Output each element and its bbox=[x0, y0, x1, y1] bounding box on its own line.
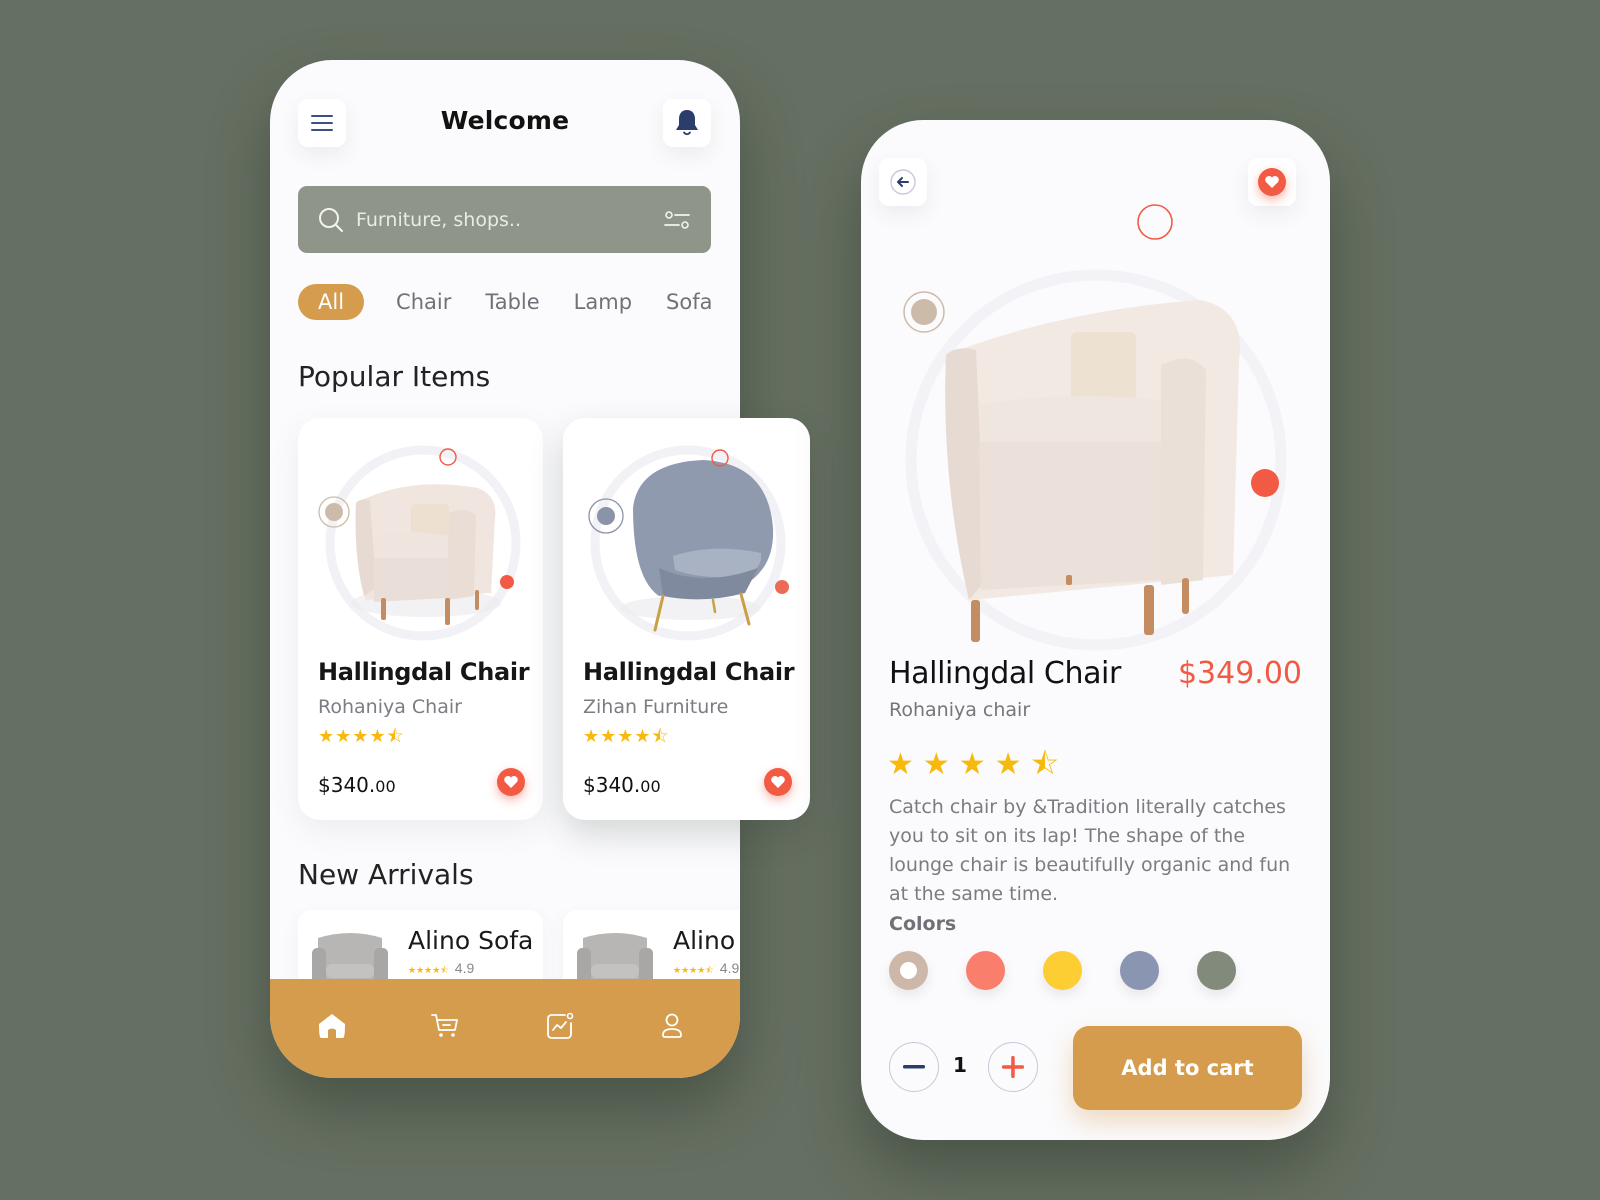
product-shop: Rohaniya chair bbox=[889, 699, 1031, 721]
category-tab-chair[interactable]: Chair bbox=[396, 290, 451, 314]
product-card[interactable]: Hallingdal Chair Rohaniya Chair ★★★★⯪ $3… bbox=[298, 418, 543, 820]
home-icon bbox=[319, 1014, 345, 1038]
arrival-rating: ★★★★⯪ 4.9 bbox=[673, 960, 739, 979]
cart-icon bbox=[431, 1014, 458, 1037]
search-input[interactable] bbox=[356, 208, 663, 231]
minus-icon bbox=[903, 1065, 925, 1069]
heart-icon bbox=[1265, 176, 1279, 188]
nav-cart[interactable] bbox=[428, 1009, 462, 1043]
rating-stars: ★★★★⯪ bbox=[673, 965, 714, 975]
product-price: $340.00 bbox=[318, 773, 396, 797]
add-to-cart-button[interactable]: Add to cart bbox=[1073, 1026, 1302, 1110]
color-swatch[interactable] bbox=[1120, 951, 1159, 990]
arrow-left-icon bbox=[890, 169, 916, 195]
favorite-badge bbox=[1258, 168, 1286, 196]
price-cents: 00 bbox=[640, 777, 661, 796]
price-dollars: $340. bbox=[318, 773, 376, 797]
chair-image bbox=[318, 445, 521, 641]
bottom-navigation bbox=[270, 979, 740, 1078]
category-tab-sofa[interactable]: Sofa bbox=[666, 290, 712, 314]
price-cents: 00 bbox=[375, 777, 396, 796]
nav-home[interactable] bbox=[315, 1009, 349, 1043]
rating-value: 4.9 bbox=[454, 960, 475, 976]
quantity-increase-button[interactable] bbox=[988, 1042, 1038, 1092]
color-swatch[interactable] bbox=[889, 951, 928, 990]
category-tab-lamp[interactable]: Lamp bbox=[574, 290, 632, 314]
heart-icon bbox=[771, 776, 785, 788]
category-tab-table[interactable]: Table bbox=[485, 290, 539, 314]
filter-icon[interactable] bbox=[663, 208, 691, 232]
arrival-name: Alino Sofa bbox=[408, 926, 534, 955]
product-name: Hallingdal Chair bbox=[583, 658, 795, 686]
bell-icon bbox=[676, 110, 698, 136]
new-arrivals-heading: New Arrivals bbox=[298, 858, 474, 891]
color-swatch[interactable] bbox=[1197, 951, 1236, 990]
color-swatch[interactable] bbox=[1043, 951, 1082, 990]
product-price: $349.00 bbox=[1177, 656, 1302, 691]
rating-stars: ★★★★⯪ bbox=[887, 748, 1068, 781]
back-button[interactable] bbox=[879, 158, 927, 206]
product-shop: Rohaniya Chair bbox=[318, 696, 462, 718]
notifications-button[interactable] bbox=[663, 99, 711, 147]
color-swatch[interactable] bbox=[966, 951, 1005, 990]
product-card[interactable]: Hallingdal Chair Zihan Furniture ★★★★⯪ $… bbox=[563, 418, 810, 820]
favorite-button[interactable] bbox=[497, 768, 525, 796]
product-detail-screen: Hallingdal Chair $349.00 Rohaniya chair … bbox=[861, 120, 1330, 1140]
user-icon bbox=[662, 1013, 682, 1038]
product-name: Hallingdal Chair bbox=[318, 658, 530, 686]
rating-stars: ★★★★⯪ bbox=[408, 965, 449, 975]
quantity-value: 1 bbox=[953, 1053, 967, 1077]
product-description: Catch chair by &Tradition literally catc… bbox=[889, 796, 1291, 905]
color-swatches bbox=[889, 951, 1274, 990]
plus-icon bbox=[1002, 1056, 1024, 1078]
favorite-button[interactable] bbox=[764, 768, 792, 796]
favorite-button[interactable] bbox=[1248, 158, 1296, 206]
nav-stats[interactable] bbox=[543, 1009, 577, 1043]
rating-stars: ★★★★⯪ bbox=[318, 726, 405, 746]
rating-stars: ★★★★⯪ bbox=[583, 726, 670, 746]
quantity-decrease-button[interactable] bbox=[889, 1042, 939, 1092]
category-tab-all[interactable]: All bbox=[298, 284, 365, 320]
popular-items-heading: Popular Items bbox=[298, 360, 491, 393]
search-bar bbox=[298, 186, 711, 253]
product-shop: Zihan Furniture bbox=[583, 696, 729, 718]
rating-value: 4.9 bbox=[719, 960, 740, 976]
product-name: Hallingdal Chair bbox=[889, 656, 1121, 691]
category-tabs: All Chair Table Lamp Sofa A bbox=[298, 283, 740, 321]
nav-profile[interactable] bbox=[655, 1009, 689, 1043]
arrival-rating: ★★★★⯪ 4.9 bbox=[408, 960, 474, 979]
product-price: $340.00 bbox=[583, 773, 661, 797]
arrival-name: Alino Sofa bbox=[673, 926, 740, 955]
price-dollars: $340. bbox=[583, 773, 641, 797]
chart-icon bbox=[547, 1012, 574, 1039]
colors-label: Colors bbox=[889, 913, 957, 935]
chair-image bbox=[588, 445, 789, 641]
heart-icon bbox=[504, 776, 518, 788]
search-icon bbox=[319, 207, 343, 232]
